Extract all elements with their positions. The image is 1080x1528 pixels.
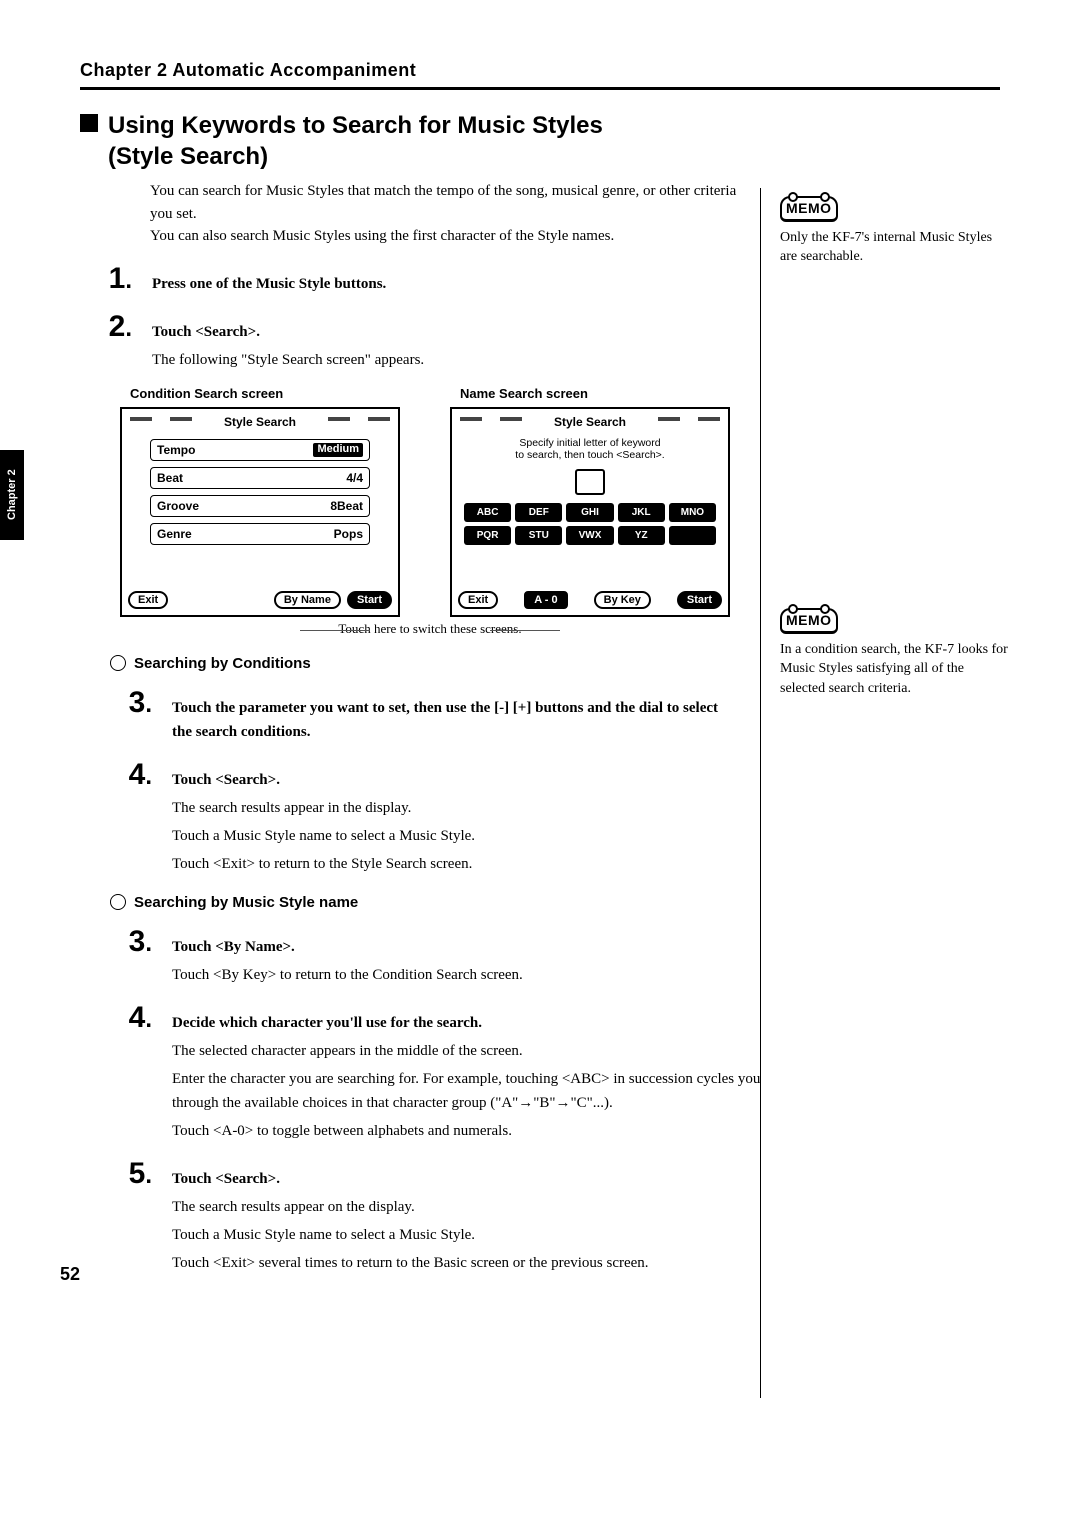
abc-empty xyxy=(669,526,716,545)
subsection-name-title: Searching by Music Style name xyxy=(134,894,358,911)
step-4b-text: Decide which character you'll use for th… xyxy=(172,1015,482,1032)
by-key-button[interactable]: By Key xyxy=(594,591,651,609)
step-number: 4. xyxy=(100,758,160,792)
section-title: Using Keywords to Search for Music Style… xyxy=(108,110,603,172)
chapter-header: Chapter 2 Automatic Accompaniment xyxy=(80,60,1000,81)
subsection-conditions-title: Searching by Conditions xyxy=(134,655,311,672)
step-5-body3: Touch <Exit> several times to return to … xyxy=(172,1251,772,1275)
character-box xyxy=(575,469,605,495)
yz-button[interactable]: YZ xyxy=(618,526,665,545)
step-number: 5. xyxy=(100,1157,160,1191)
vertical-rule xyxy=(760,188,761,1398)
abc-button[interactable]: ABC xyxy=(464,503,511,522)
memo-2-text: In a condition search, the KF-7 looks fo… xyxy=(780,640,1010,699)
subsection-bullet xyxy=(110,894,126,910)
step-5-body1: The search results appear on the display… xyxy=(172,1195,772,1219)
param-genre[interactable]: Genre Pops xyxy=(150,523,370,545)
by-name-button[interactable]: By Name xyxy=(274,591,341,609)
condition-search-screen: Style Search Tempo Medium Beat 4/4 Groov… xyxy=(120,407,400,617)
param-beat[interactable]: Beat 4/4 xyxy=(150,467,370,489)
lcd-title: Style Search xyxy=(452,415,728,429)
step-4b-body2: Enter the character you are searching fo… xyxy=(172,1067,772,1115)
step-2-body: The following "Style Search screen" appe… xyxy=(152,348,752,372)
a0-button[interactable]: A - 0 xyxy=(524,591,567,609)
param-tempo[interactable]: Tempo Medium xyxy=(150,439,370,461)
step-3a-text: Touch the parameter you want to set, the… xyxy=(172,696,732,744)
step-1-text: Press one of the Music Style buttons. xyxy=(152,276,386,293)
switch-note: Touch here to switch these screens. xyxy=(120,621,740,637)
section-bullet xyxy=(80,114,98,132)
jkl-button[interactable]: JKL xyxy=(618,503,665,522)
step-number: 3. xyxy=(100,686,160,720)
step-5-text: Touch <Search>. xyxy=(172,1171,280,1188)
step-4a-body1: The search results appear in the display… xyxy=(172,796,772,820)
header-rule xyxy=(80,87,1000,90)
intro-paragraph-1: You can search for Music Styles that mat… xyxy=(150,180,750,225)
step-4b-body3: Touch <A-0> to toggle between alphabets … xyxy=(172,1119,772,1143)
subsection-bullet xyxy=(110,655,126,671)
exit-button[interactable]: Exit xyxy=(128,591,168,609)
start-button[interactable]: Start xyxy=(347,591,392,609)
section-title-line1: Using Keywords to Search for Music Style… xyxy=(108,112,603,139)
name-instructions: Specify initial letter of keyword to sea… xyxy=(452,437,728,462)
step-4a-body2: Touch a Music Style name to select a Mus… xyxy=(172,824,772,848)
intro-paragraph-2: You can also search Music Styles using t… xyxy=(150,225,750,248)
name-search-screen: Style Search Specify initial letter of k… xyxy=(450,407,730,617)
memo-icon: MEMO xyxy=(780,608,838,634)
step-2-text: Touch <Search>. xyxy=(152,324,260,341)
exit-button[interactable]: Exit xyxy=(458,591,498,609)
memo-1-text: Only the KF-7's internal Music Styles ar… xyxy=(780,228,1010,267)
page-number: 52 xyxy=(60,1264,80,1285)
step-number: 2. xyxy=(80,310,140,344)
step-3b-text: Touch <By Name>. xyxy=(172,939,295,956)
step-4a-text: Touch <Search>. xyxy=(172,772,280,789)
condition-screen-label: Condition Search screen xyxy=(130,386,400,401)
ghi-button[interactable]: GHI xyxy=(566,503,613,522)
step-number: 3. xyxy=(100,925,160,959)
name-screen-label: Name Search screen xyxy=(460,386,730,401)
step-5-body2: Touch a Music Style name to select a Mus… xyxy=(172,1223,772,1247)
def-button[interactable]: DEF xyxy=(515,503,562,522)
step-4b-body1: The selected character appears in the mi… xyxy=(172,1039,772,1063)
stu-button[interactable]: STU xyxy=(515,526,562,545)
memo-icon: MEMO xyxy=(780,196,838,222)
step-4a-body3: Touch <Exit> to return to the Style Sear… xyxy=(172,852,772,876)
start-button[interactable]: Start xyxy=(677,591,722,609)
memo-1: MEMO Only the KF-7's internal Music Styl… xyxy=(780,196,1010,267)
lcd-title: Style Search xyxy=(122,415,398,429)
step-3b-body: Touch <By Key> to return to the Conditio… xyxy=(172,963,772,987)
vwx-button[interactable]: VWX xyxy=(566,526,613,545)
pqr-button[interactable]: PQR xyxy=(464,526,511,545)
mno-button[interactable]: MNO xyxy=(669,503,716,522)
param-groove[interactable]: Groove 8Beat xyxy=(150,495,370,517)
memo-2: MEMO In a condition search, the KF-7 loo… xyxy=(780,608,1010,698)
section-title-line2: (Style Search) xyxy=(108,143,268,170)
step-number: 1. xyxy=(80,262,140,296)
step-number: 4. xyxy=(100,1001,160,1035)
